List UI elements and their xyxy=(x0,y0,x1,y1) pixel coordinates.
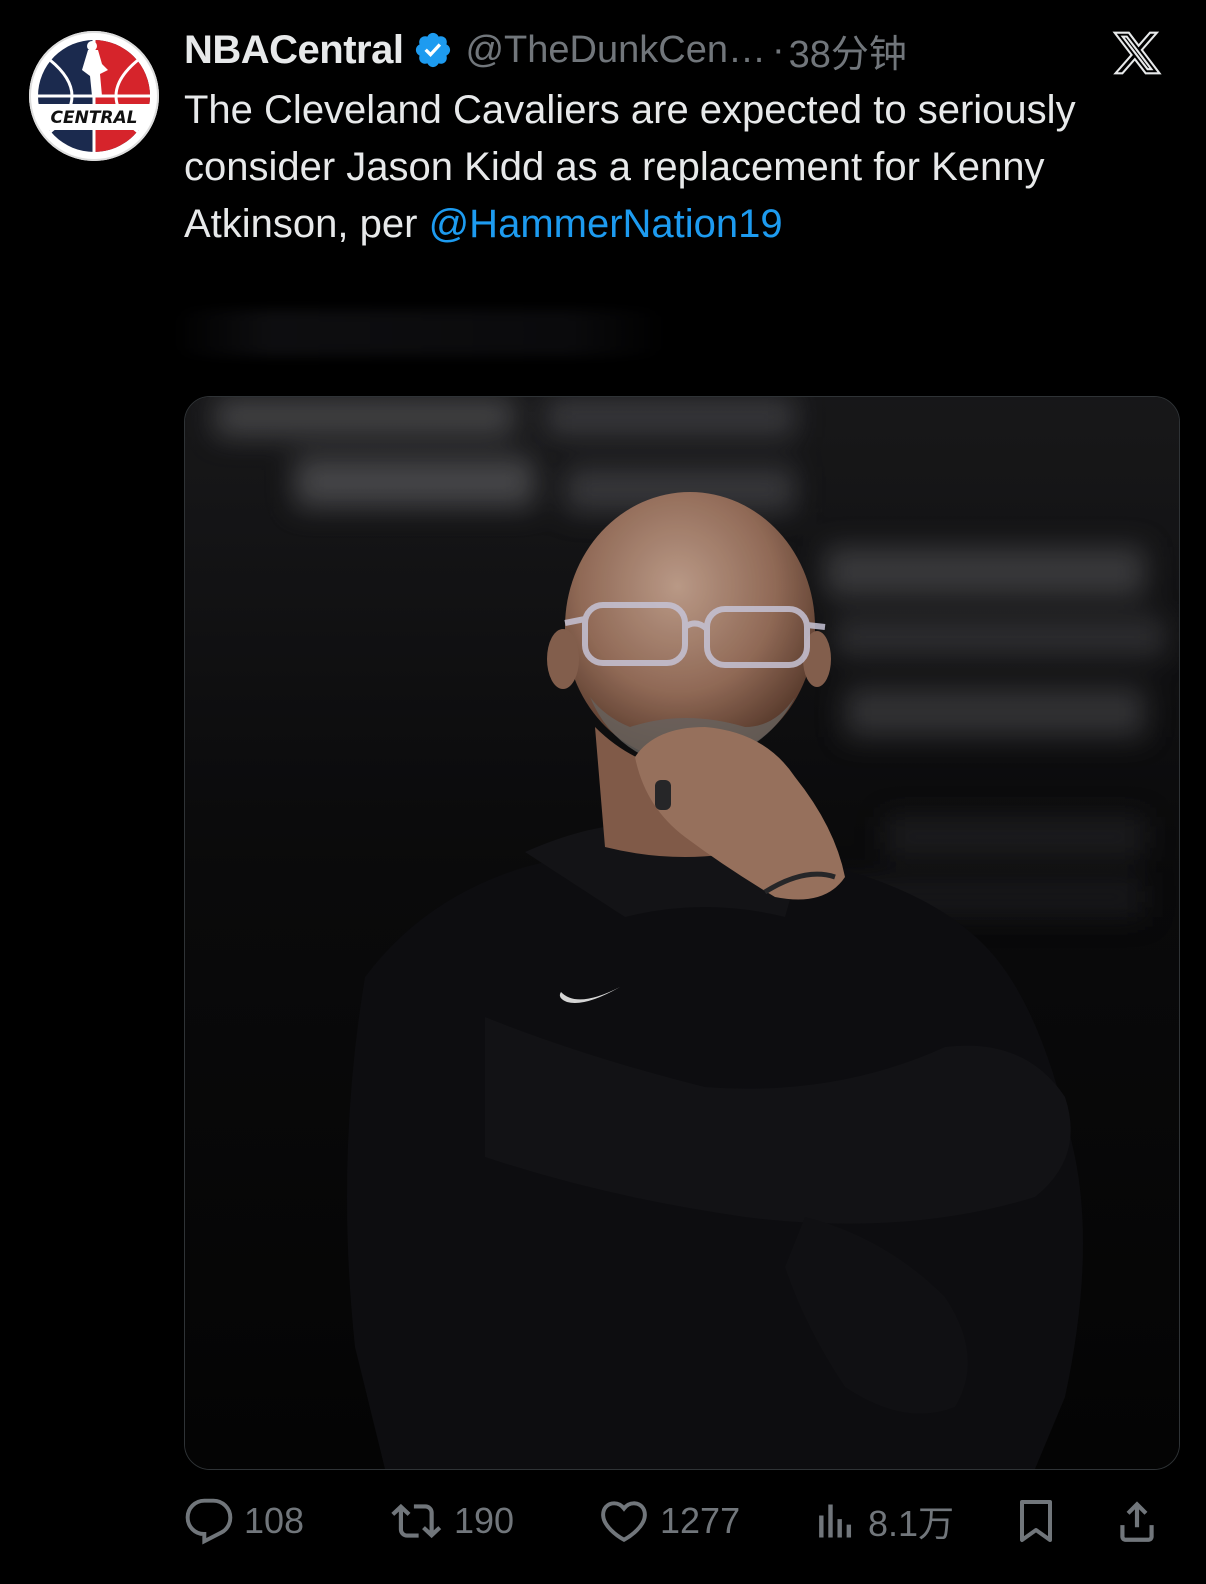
like-count: 1277 xyxy=(660,1500,741,1541)
view-count: 8.1万 xyxy=(868,1503,955,1544)
tweet-photo[interactable] xyxy=(184,396,1180,1470)
reply-count: 108 xyxy=(244,1500,305,1541)
like-button[interactable]: 1277 xyxy=(598,1490,740,1552)
bar-chart-icon xyxy=(819,1504,852,1538)
heart-icon xyxy=(601,1501,647,1543)
tweet-body: The Cleveland Cavaliers are expected to … xyxy=(184,82,1164,253)
tweet-header: NBACentral @TheDunkCen… · 38分钟 xyxy=(184,22,907,78)
repost-count: 190 xyxy=(454,1500,515,1541)
repost-button[interactable]: 190 xyxy=(388,1490,514,1552)
separator-dot: · xyxy=(771,28,785,71)
bookmark-icon xyxy=(1020,1500,1052,1542)
avatar[interactable]: CENTRAL xyxy=(28,30,160,162)
tweet-screenshot: CENTRAL NBACentral @TheDunkCen… · 38分钟 T… xyxy=(0,0,1206,1584)
avatar-logo-text: CENTRAL xyxy=(51,108,138,128)
reply-bubble-icon xyxy=(185,1498,233,1545)
verified-badge-icon xyxy=(413,30,453,70)
timestamp[interactable]: 38分钟 xyxy=(789,23,907,78)
share-button[interactable] xyxy=(1112,1490,1162,1552)
reply-button[interactable]: 108 xyxy=(184,1490,304,1552)
mention-link[interactable]: @HammerNation19 xyxy=(429,202,783,246)
share-upload-icon xyxy=(1120,1501,1154,1542)
tweet-action-bar: 108 190 1277 8.1万 xyxy=(184,1490,1178,1552)
x-logo-icon[interactable] xyxy=(1112,28,1162,78)
user-handle[interactable]: @TheDunkCen… xyxy=(465,29,765,72)
display-name[interactable]: NBACentral xyxy=(184,28,404,73)
faded-background-artifact xyxy=(170,310,670,356)
bookmark-button[interactable] xyxy=(1012,1490,1060,1552)
views-button[interactable]: 8.1万 xyxy=(814,1490,954,1552)
repost-arrows-icon xyxy=(391,1503,442,1539)
